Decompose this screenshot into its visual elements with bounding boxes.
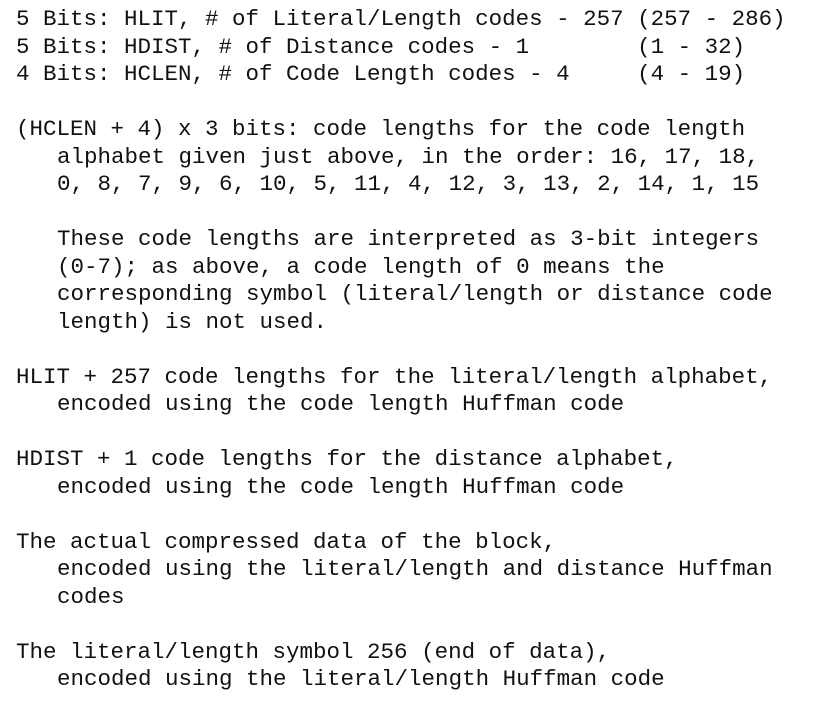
compressed-data-line: codes xyxy=(57,583,125,610)
code-length-order-line: 0, 8, 7, 9, 6, 10, 5, 11, 4, 12, 3, 13, … xyxy=(57,171,760,197)
end-of-block-line: The literal/length symbol 256 (end of da… xyxy=(16,638,611,665)
code-length-note-line: corresponding symbol (literal/length or … xyxy=(57,281,773,307)
end-of-block-line: encoded using the literal/length Huffman… xyxy=(57,666,665,692)
code-length-order-line: alphabet given just above, in the order:… xyxy=(57,143,760,170)
dynamic-huffman-block-format: 5 Bits: HLIT, # of Literal/Length codes … xyxy=(0,0,818,704)
code-length-order-line: (HCLEN + 4) x 3 bits: code lengths for t… xyxy=(16,116,746,142)
compressed-data-line: The actual compressed data of the block, xyxy=(16,528,557,555)
code-length-note-line: These code lengths are interpreted as 3-… xyxy=(57,226,760,252)
hlit-codes-line: encoded using the code length Huffman co… xyxy=(57,391,625,417)
compressed-data-section: The actual compressed data of the block,… xyxy=(16,529,818,612)
compressed-data-line: encoded using the literal/length and dis… xyxy=(57,556,773,582)
hlit-field-line: 5 Bits: HLIT, # of Literal/Length codes … xyxy=(16,6,786,32)
code-length-order-section: (HCLEN + 4) x 3 bits: code lengths for t… xyxy=(16,116,818,199)
hdist-codes-line: HDIST + 1 code lengths for the distance … xyxy=(16,446,678,472)
header-fields-section: 5 Bits: HLIT, # of Literal/Length codes … xyxy=(16,6,818,89)
hlit-codes-line: HLIT + 257 code lengths for the literal/… xyxy=(16,363,773,390)
code-length-note-section: These code lengths are interpreted as 3-… xyxy=(16,226,818,336)
hdist-field-line: 5 Bits: HDIST, # of Distance codes - 1 (… xyxy=(16,33,746,60)
code-length-note-line: length) is not used. xyxy=(57,308,328,335)
hdist-codes-line: encoded using the code length Huffman co… xyxy=(57,473,625,500)
end-of-block-section: The literal/length symbol 256 (end of da… xyxy=(16,639,818,694)
hdist-codes-section: HDIST + 1 code lengths for the distance … xyxy=(16,446,818,501)
code-length-note-line: (0-7); as above, a code length of 0 mean… xyxy=(57,253,665,280)
hlit-codes-section: HLIT + 257 code lengths for the literal/… xyxy=(16,364,818,419)
hclen-field-line: 4 Bits: HCLEN, # of Code Length codes - … xyxy=(16,61,746,87)
